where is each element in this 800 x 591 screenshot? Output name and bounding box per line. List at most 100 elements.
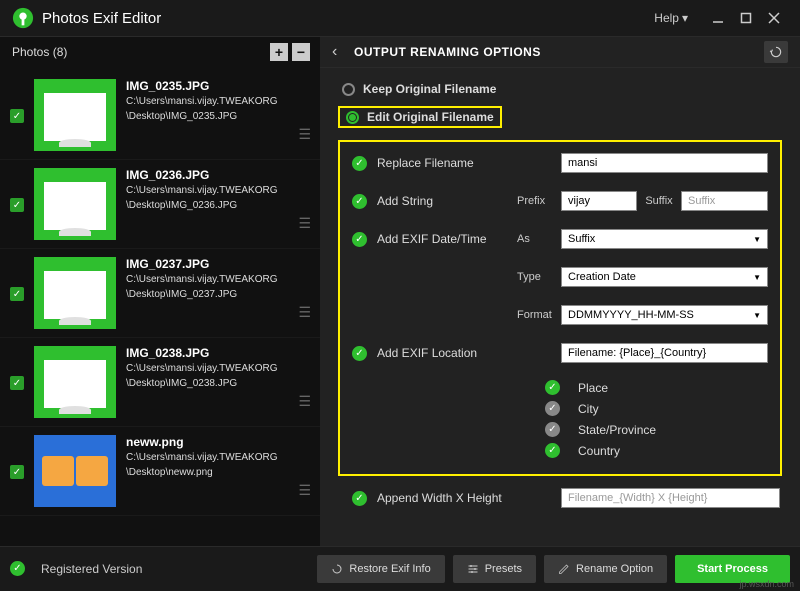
check-icon[interactable]: ✓ [352,156,367,171]
check-icon[interactable]: ✓ [545,443,560,458]
add-photo-button[interactable]: + [270,43,288,61]
type-label: Type [517,271,561,283]
edit-options-box: ✓ Replace Filename ✓ Add String Prefix S… [338,140,782,476]
help-menu[interactable]: Help▾ [654,11,688,25]
photo-name: IMG_0235.JPG [126,79,310,93]
photo-thumbnail [34,168,116,240]
radio-icon [346,111,359,124]
photo-list[interactable]: ✓ IMG_0235.JPG C:\Users\mansi.vijay.TWEAKO… [0,67,320,546]
check-icon[interactable]: ✓ [352,491,367,506]
check-icon[interactable]: ✓ [352,194,367,209]
options-body: Keep Original Filename Edit Original Fil… [320,68,800,546]
photo-item[interactable]: ✓neww.pngC:\Users\mansi.vijay.TWEAKORG\D… [0,427,320,516]
chevron-down-icon: ▾ [682,11,688,25]
prefix-input[interactable] [561,191,637,211]
back-button[interactable]: ‹ [332,43,348,61]
photo-name: IMG_0236.JPG [126,168,310,182]
photo-checkbox[interactable]: ✓ [10,465,24,479]
replace-filename-label: Replace Filename [377,156,517,170]
photo-checkbox[interactable]: ✓ [10,376,24,390]
minimize-button[interactable] [704,4,732,32]
radio-icon [342,83,355,96]
add-string-label: Add String [377,194,517,208]
registered-label: ✓ Registered Version [10,561,309,576]
presets-button[interactable]: Presets [453,555,536,583]
photo-path: C:\Users\mansi.vijay.TWEAKORG [126,362,310,375]
photo-path: \Desktop\IMG_0237.JPG [126,288,310,301]
radio-edit-label: Edit Original Filename [367,110,494,124]
photo-item[interactable]: ✓ IMG_0237.JPG C:\Users\mansi.vijay.TWEAKO… [0,249,320,338]
check-icon[interactable]: ✓ [352,232,367,247]
app-title: Photos Exif Editor [42,10,654,27]
chevron-down-icon: ▼ [753,273,761,282]
radio-keep-original[interactable]: Keep Original Filename [338,80,782,98]
item-menu-icon[interactable]: ☰ [298,482,310,499]
append-wh-input[interactable] [561,488,780,508]
photo-name: neww.png [126,435,310,449]
photos-count-label: Photos (8) [12,45,266,59]
item-menu-icon[interactable]: ☰ [298,393,310,410]
check-icon[interactable]: ✓ [545,422,560,437]
title-bar: Photos Exif Editor Help▾ [0,0,800,36]
radio-edit-original[interactable]: Edit Original Filename [338,106,502,128]
restore-exif-button[interactable]: Restore Exif Info [317,555,444,583]
chevron-down-icon: ▼ [753,235,761,244]
item-menu-icon[interactable]: ☰ [298,215,310,232]
prefix-label: Prefix [517,195,561,207]
check-icon[interactable]: ✓ [545,401,560,416]
item-menu-icon[interactable]: ☰ [298,126,310,143]
exif-location-input[interactable] [561,343,768,363]
replace-filename-input[interactable] [561,153,768,173]
footer-bar: ✓ Registered Version Restore Exif Info P… [0,546,800,590]
check-icon[interactable]: ✓ [352,346,367,361]
photo-thumbnail [34,435,116,507]
as-select[interactable]: Suffix▼ [561,229,768,249]
format-label: Format [517,309,561,321]
close-button[interactable] [760,4,788,32]
app-logo-icon [12,7,34,29]
photo-item[interactable]: ✓ IMG_0238.JPG C:\Users\mansi.vijay.TWEAKO… [0,338,320,427]
photo-thumbnail [34,79,116,151]
photo-thumbnail [34,257,116,329]
append-wh-label: Append Width X Height [377,491,517,505]
refresh-button[interactable] [764,41,788,63]
photo-path: \Desktop\neww.png [126,466,310,479]
type-select[interactable]: Creation Date▼ [561,267,768,287]
photo-path: C:\Users\mansi.vijay.TWEAKORG [126,184,310,197]
loc-city-label: City [578,402,599,416]
photos-panel-header: Photos (8) + − [0,37,320,67]
maximize-button[interactable] [732,4,760,32]
loc-state-label: State/Province [578,423,656,437]
rename-option-button[interactable]: Rename Option [544,555,667,583]
photo-item[interactable]: ✓ IMG_0236.JPG C:\Users\mansi.vijay.TWEAKO… [0,160,320,249]
check-icon[interactable]: ✓ [545,380,560,395]
chevron-down-icon: ▼ [753,311,761,320]
loc-place-label: Place [578,381,608,395]
item-menu-icon[interactable]: ☰ [298,304,310,321]
photo-checkbox[interactable]: ✓ [10,109,24,123]
photos-panel: Photos (8) + − ✓ IMG_0235.JPG C:\Users\man… [0,37,320,546]
as-label: As [517,233,561,245]
photo-checkbox[interactable]: ✓ [10,198,24,212]
exif-location-label: Add EXIF Location [377,346,517,360]
options-header: ‹ OUTPUT RENAMING OPTIONS [320,37,800,67]
radio-keep-label: Keep Original Filename [363,82,496,96]
suffix-label: Suffix [637,195,681,207]
exif-datetime-label: Add EXIF Date/Time [377,232,517,246]
photo-item[interactable]: ✓ IMG_0235.JPG C:\Users\mansi.vijay.TWEAKO… [0,71,320,160]
suffix-input[interactable] [681,191,768,211]
photo-path: C:\Users\mansi.vijay.TWEAKORG [126,273,310,286]
loc-country-label: Country [578,444,620,458]
options-title: OUTPUT RENAMING OPTIONS [354,45,764,59]
photo-name: IMG_0238.JPG [126,346,310,360]
photo-thumbnail [34,346,116,418]
photo-path: C:\Users\mansi.vijay.TWEAKORG [126,95,310,108]
photo-path: \Desktop\IMG_0236.JPG [126,199,310,212]
photo-name: IMG_0237.JPG [126,257,310,271]
photo-path: \Desktop\IMG_0238.JPG [126,377,310,390]
format-select[interactable]: DDMMYYYY_HH-MM-SS▼ [561,305,768,325]
watermark: jp.wsxdn.com [739,579,794,589]
remove-photo-button[interactable]: − [292,43,310,61]
check-icon: ✓ [10,561,25,576]
photo-checkbox[interactable]: ✓ [10,287,24,301]
